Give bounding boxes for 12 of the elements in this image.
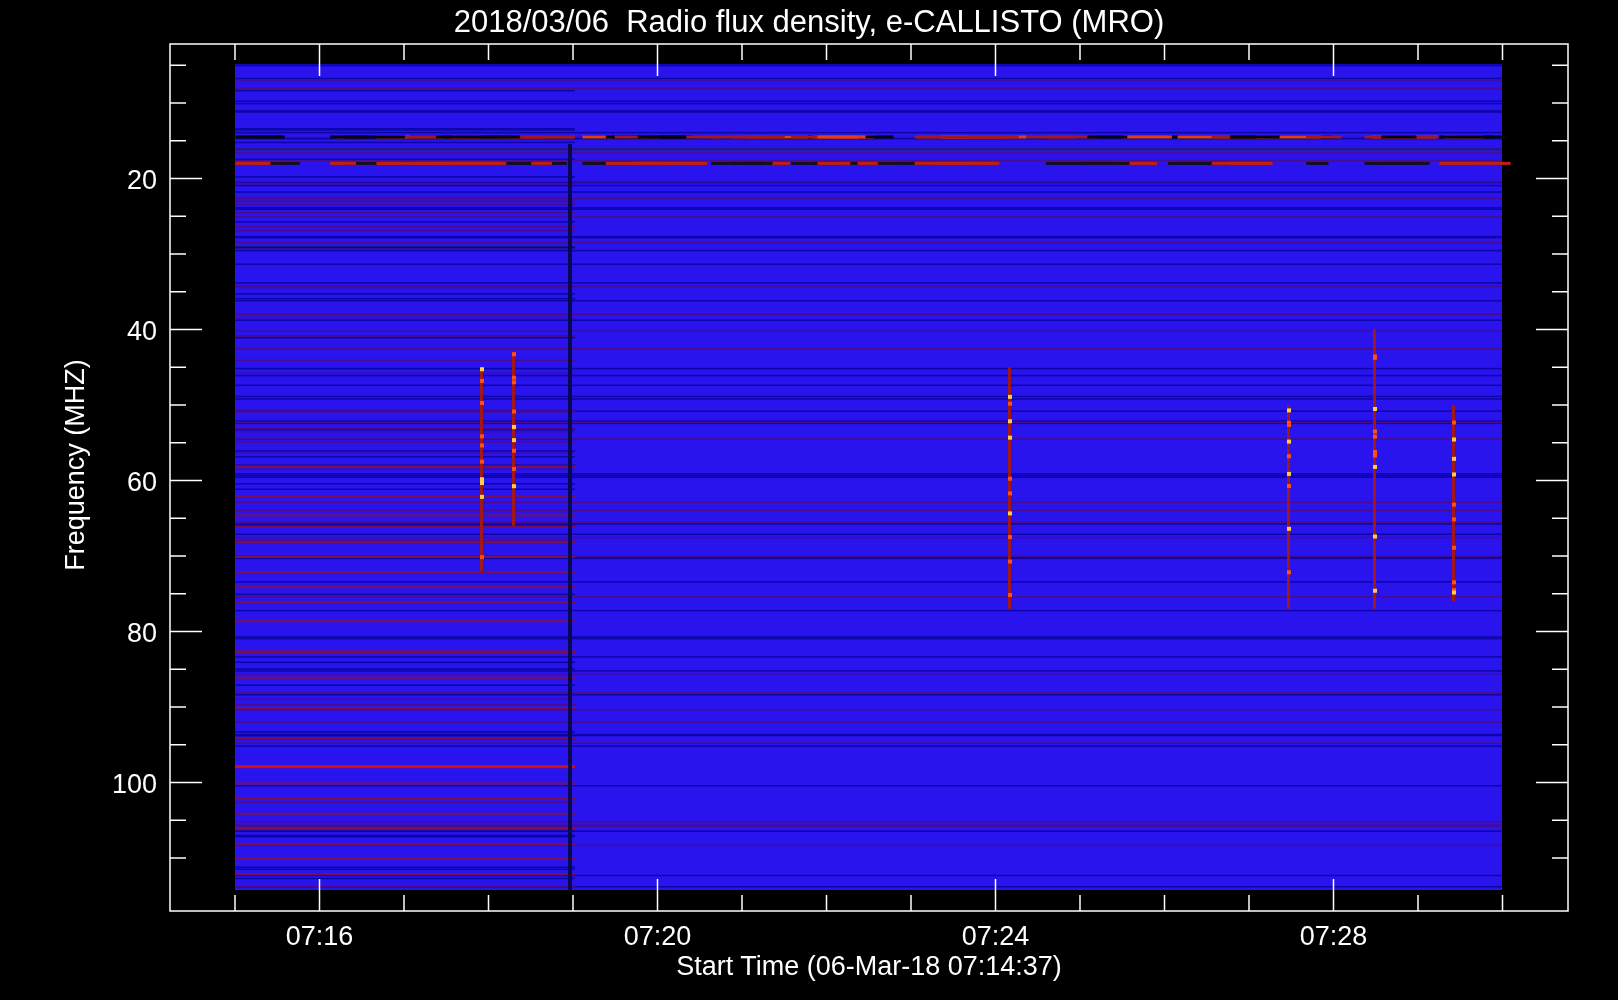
y-tick-label: 80 <box>126 617 157 648</box>
x-tick-label: 07:28 <box>1299 921 1368 951</box>
x-axis-label: Start Time (06-Mar-18 07:14:37) <box>676 951 1062 981</box>
x-tick-label: 07:24 <box>961 921 1030 951</box>
y-tick-label: 100 <box>111 768 157 799</box>
x-tick-label: 07:16 <box>285 921 354 951</box>
y-tick-label: 40 <box>126 315 157 346</box>
y-tick-label: 60 <box>126 466 157 497</box>
y-axis-label: Frequency (MHZ) <box>60 359 90 571</box>
x-tick-label: 07:20 <box>623 921 692 951</box>
y-tick-label: 20 <box>126 164 157 195</box>
chart-title: 2018/03/06 Radio flux density, e-CALLISTO (MRO) <box>453 6 1165 37</box>
